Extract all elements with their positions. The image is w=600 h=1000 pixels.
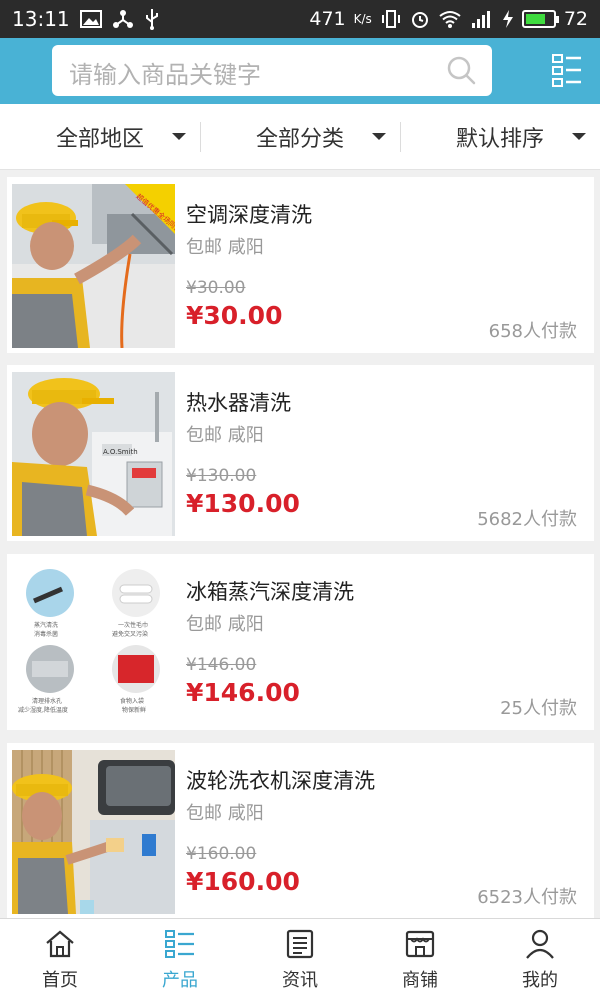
clock: 13:11 <box>12 7 70 31</box>
tab-news[interactable]: 资讯 <box>240 919 360 1000</box>
fridge-label: 减少湿度,降低温度 <box>18 706 68 714</box>
shop-icon <box>405 930 435 957</box>
product-card[interactable]: 超值优惠全场同价 空调深度清洗 包邮 咸阳 ¥30.00 ¥30.00 658人… <box>7 177 594 353</box>
product-list: 超值优惠全场同价 空调深度清洗 包邮 咸阳 ¥30.00 ¥30.00 658人… <box>0 170 600 918</box>
tab-label: 产品 <box>162 969 198 991</box>
sale-price: ¥30.00 <box>186 301 283 330</box>
product-location: 包邮 咸阳 <box>186 614 264 635</box>
product-image-washer-cleaning <box>12 750 175 914</box>
product-image-water-heater: A.O.Smith <box>12 372 175 536</box>
brand-label: A.O.Smith <box>103 448 138 456</box>
product-title: 冰箱蒸汽深度清洗 <box>186 580 354 604</box>
battery-level: 72 <box>563 8 588 30</box>
fridge-label: 食物入袋 <box>120 697 144 705</box>
product-image-ac-cleaning: 超值优惠全场同价 <box>12 184 175 348</box>
sale-price: ¥160.00 <box>186 867 300 896</box>
user-icon <box>526 929 554 959</box>
sales-count: 25人付款 <box>500 698 577 719</box>
tab-home[interactable]: 首页 <box>0 919 120 1000</box>
product-image-fridge-steam: 蒸汽清洗 消毒杀菌 一次性毛巾 避免交叉污染 清理排水孔 减少湿度,降低温度 食… <box>12 561 175 725</box>
search-input[interactable]: 请输入商品关键字 <box>52 45 492 96</box>
sale-price: ¥146.00 <box>186 678 300 707</box>
tab-label: 我的 <box>522 969 558 991</box>
share-icon <box>112 10 133 28</box>
filter-label: 全部分类 <box>255 126 344 152</box>
product-card[interactable]: 蒸汽清洗 消毒杀菌 一次性毛巾 避免交叉污染 清理排水孔 减少湿度,降低温度 食… <box>7 554 594 730</box>
fridge-label: 物保新鲜 <box>122 706 146 714</box>
sales-count: 5682人付款 <box>477 509 577 530</box>
wifi-icon <box>439 11 461 28</box>
fridge-label: 消毒杀菌 <box>34 630 58 638</box>
sale-price: ¥130.00 <box>186 489 300 518</box>
battery-icon <box>521 10 559 28</box>
status-bar: 13:11 471 K/s 72 <box>0 0 600 38</box>
sales-count: 658人付款 <box>488 321 577 342</box>
news-icon <box>286 929 314 958</box>
tab-label: 资讯 <box>282 969 318 991</box>
search-icon[interactable] <box>446 55 476 85</box>
sales-count: 6523人付款 <box>477 887 577 908</box>
tab-label: 商铺 <box>402 969 438 991</box>
fridge-label: 避免交叉污染 <box>112 630 148 638</box>
tab-shop[interactable]: 商铺 <box>360 919 480 1000</box>
vibrate-icon <box>381 10 400 28</box>
search-placeholder: 请输入商品关键字 <box>69 61 261 89</box>
fridge-label: 蒸汽清洗 <box>34 621 58 629</box>
bottom-tab-bar: 首页 产品 资讯 商铺 我的 <box>0 918 600 1000</box>
filter-sort[interactable]: 默认排序 <box>400 104 600 169</box>
filter-bar: 全部地区 全部分类 默认排序 <box>0 104 600 170</box>
fridge-label: 清理排水孔 <box>32 697 62 705</box>
dropdown-caret-icon <box>572 133 586 140</box>
usb-icon <box>145 9 158 30</box>
gallery-icon <box>79 10 102 28</box>
signal-icon <box>471 11 490 28</box>
charging-icon <box>502 10 513 28</box>
home-icon <box>46 930 74 957</box>
net-speed: 471 <box>309 8 346 30</box>
product-card[interactable]: 波轮洗衣机深度清洗 包邮 咸阳 ¥160.00 ¥160.00 6523人付款 <box>7 743 594 918</box>
product-title: 空调深度清洗 <box>186 203 312 227</box>
filter-label: 全部地区 <box>55 126 144 152</box>
product-card[interactable]: A.O.Smith 热水器清洗 包邮 咸阳 ¥130.00 ¥130.00 56… <box>7 365 594 541</box>
tab-products[interactable]: 产品 <box>120 919 240 1000</box>
app-header: 请输入商品关键字 <box>0 38 600 104</box>
product-location: 包邮 咸阳 <box>186 803 264 824</box>
dropdown-caret-icon <box>372 133 386 140</box>
product-list-icon <box>165 929 194 958</box>
dropdown-caret-icon <box>172 133 186 140</box>
net-speed-unit: K/s <box>353 12 372 26</box>
fridge-label: 一次性毛巾 <box>118 621 148 629</box>
original-price: ¥146.00 <box>186 655 257 675</box>
filter-label: 默认排序 <box>455 126 544 152</box>
product-title: 波轮洗衣机深度清洗 <box>186 769 375 793</box>
original-price: ¥130.00 <box>186 466 257 486</box>
product-title: 热水器清洗 <box>186 391 291 415</box>
list-menu-icon[interactable] <box>552 53 582 87</box>
original-price: ¥160.00 <box>186 844 257 864</box>
tab-mine[interactable]: 我的 <box>480 919 600 1000</box>
filter-region[interactable]: 全部地区 <box>0 104 200 169</box>
tab-label: 首页 <box>42 969 78 991</box>
alarm-icon <box>411 12 428 28</box>
filter-category[interactable]: 全部分类 <box>200 104 400 169</box>
product-location: 包邮 咸阳 <box>186 237 264 258</box>
original-price: ¥30.00 <box>186 278 246 298</box>
product-location: 包邮 咸阳 <box>186 425 264 446</box>
